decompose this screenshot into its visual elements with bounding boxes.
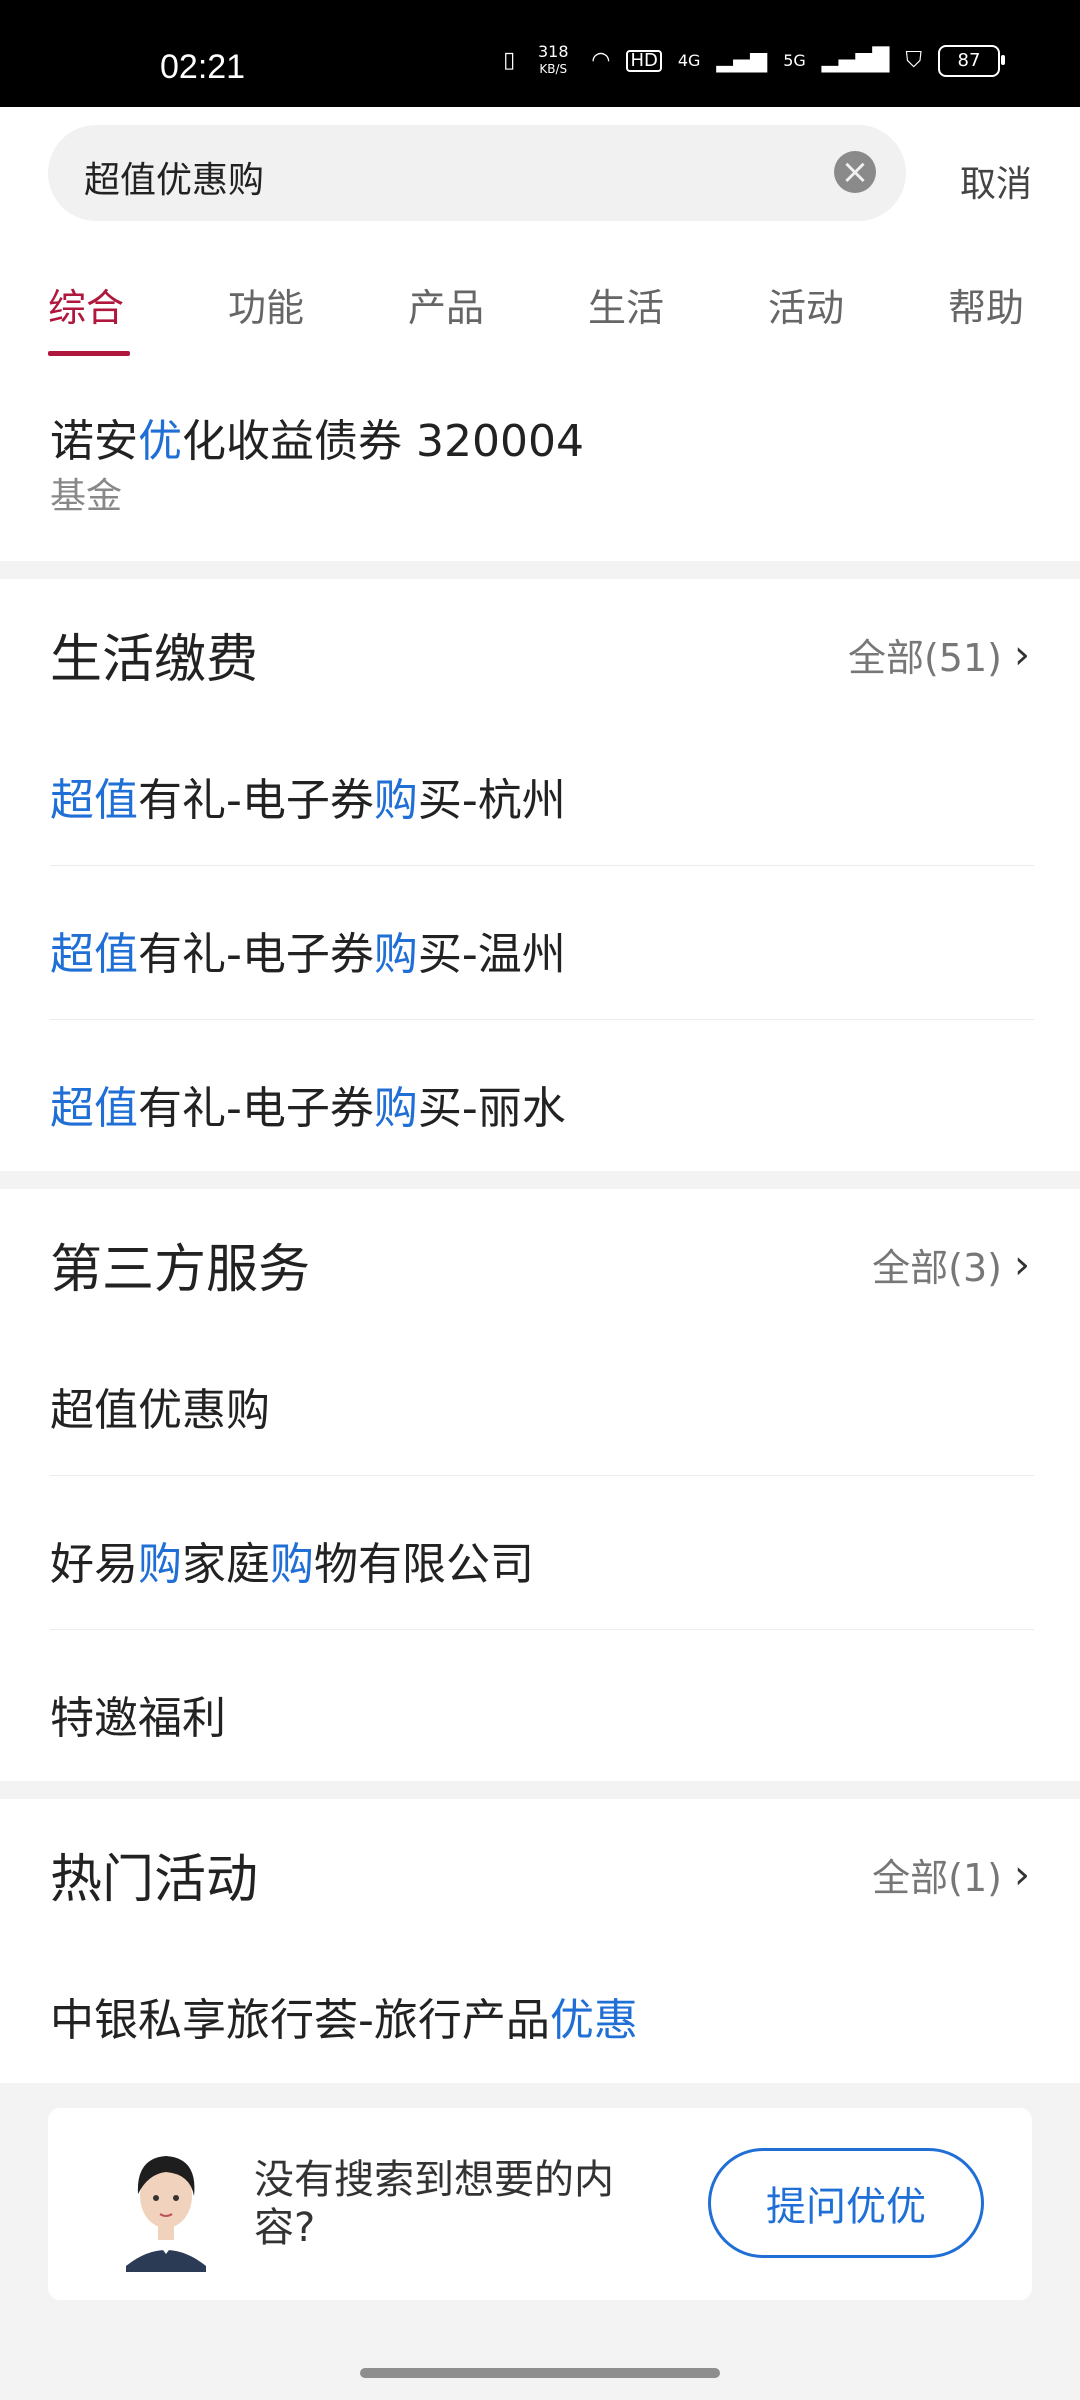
home-indicator[interactable] xyxy=(360,2368,720,2378)
section-title: 生活缴费 xyxy=(50,630,259,690)
fund-result-card[interactable]: 诺安优化收益债券 320004 基金 xyxy=(0,361,1080,561)
list-item[interactable]: 中银私享旅行荟-旅行产品优惠 xyxy=(50,1984,1034,2048)
item-highlight: 优惠 xyxy=(549,1995,638,2046)
fund-name: 诺安优化收益债券 320004 xyxy=(50,405,584,469)
battery-indicator: 87 xyxy=(938,44,1005,77)
item-text: 有礼-电子券 xyxy=(138,775,374,826)
battery-level: 87 xyxy=(957,50,981,71)
divider xyxy=(50,1629,1034,1630)
divider xyxy=(50,1475,1034,1476)
wifi-icon: ◠ xyxy=(591,47,611,73)
help-card: 没有搜索到想要的内容? 提问优优 xyxy=(48,2108,1032,2300)
view-all-link[interactable]: 全部(3) › xyxy=(872,1237,1030,1292)
item-text: 家庭 xyxy=(182,1539,270,1590)
assistant-avatar-icon xyxy=(126,2156,206,2272)
category-tabs: 综合 功能 产品 生活 活动 帮助 xyxy=(0,239,1080,361)
status-bar: 02:21 ▯ 318 KB/S ◠ HD 4G ▂▄▆ 5G ▂▄▆█ ⛉ 8… xyxy=(0,0,1080,107)
tab-activities[interactable]: 活动 xyxy=(768,277,844,332)
vibrate-icon: ▯ xyxy=(503,47,516,73)
item-text: 有礼-电子券 xyxy=(138,1083,374,1134)
list-item[interactable]: 超值有礼-电子券购买-丽水 xyxy=(50,1072,1034,1136)
signal-bars-icon: ▂▄▆ xyxy=(716,47,768,73)
item-text: 买-丽水 xyxy=(417,1083,566,1134)
shield-icon: ⛉ xyxy=(905,47,922,73)
net-speed-value: 318 xyxy=(537,42,569,61)
fund-name-highlight: 优 xyxy=(138,416,182,467)
hd-icon: HD xyxy=(626,49,662,72)
chevron-right-icon: › xyxy=(1014,631,1030,678)
section-title: 热门活动 xyxy=(50,1850,259,1910)
tab-life[interactable]: 生活 xyxy=(588,277,664,332)
tab-comprehensive[interactable]: 综合 xyxy=(48,277,124,332)
item-highlight: 购 xyxy=(373,775,418,826)
cancel-button[interactable]: 取消 xyxy=(960,155,1032,207)
fund-name-part: 化收益债券 320004 xyxy=(182,416,584,467)
net-speed-unit: KB/S xyxy=(539,62,568,76)
life-payment-section: 生活缴费 全部(51) › 超值有礼-电子券购买-杭州 超值有礼-电子券购买-温州… xyxy=(0,579,1080,1171)
list-item[interactable]: 好易购家庭购物有限公司 xyxy=(50,1528,1034,1592)
clear-icon[interactable]: × xyxy=(834,151,876,193)
view-all-link[interactable]: 全部(1) › xyxy=(872,1847,1030,1902)
item-highlight: 购 xyxy=(373,1083,418,1134)
item-text: 有礼-电子券 xyxy=(138,929,374,980)
signal-5g-label: 5G xyxy=(783,50,806,70)
item-highlight: 购 xyxy=(138,1539,182,1590)
fund-name-part: 诺安 xyxy=(50,416,138,467)
net-speed-indicator: 318 KB/S xyxy=(531,44,575,77)
active-tab-indicator xyxy=(48,351,130,356)
status-icons: ▯ 318 KB/S ◠ HD 4G ▂▄▆ 5G ▂▄▆█ ⛉ 87 xyxy=(503,44,1005,77)
third-party-section: 第三方服务 全部(3) › 超值优惠购 好易购家庭购物有限公司 特邀福利 xyxy=(0,1189,1080,1781)
signal-4g-label: 4G xyxy=(677,50,701,70)
search-header: 超值优惠购 × 取消 xyxy=(0,107,1080,240)
view-all-label: 全部(51) xyxy=(847,636,1002,680)
signal-bars-icon: ▂▄▆█ xyxy=(821,47,890,73)
item-highlight: 超值 xyxy=(50,1083,138,1134)
view-all-link[interactable]: 全部(51) › xyxy=(848,627,1030,682)
list-item[interactable]: 超值有礼-电子券购买-杭州 xyxy=(50,764,1034,828)
chevron-right-icon: › xyxy=(1014,1241,1030,1288)
divider xyxy=(50,1019,1034,1020)
ask-assistant-button[interactable]: 提问优优 xyxy=(708,2148,984,2258)
item-text: 中银私享旅行荟-旅行产品 xyxy=(50,1995,550,2046)
help-prompt: 没有搜索到想要的内容? xyxy=(254,2157,614,2251)
item-text: 物有限公司 xyxy=(314,1539,534,1590)
divider xyxy=(50,865,1034,866)
item-text: 买-杭州 xyxy=(417,775,566,826)
hot-activity-section: 热门活动 全部(1) › 中银私享旅行荟-旅行产品优惠 xyxy=(0,1799,1080,2083)
section-title: 第三方服务 xyxy=(50,1240,311,1300)
fund-category: 基金 xyxy=(50,476,123,517)
item-text: 好易 xyxy=(50,1539,138,1590)
list-item[interactable]: 超值有礼-电子券购买-温州 xyxy=(50,918,1034,982)
tab-products[interactable]: 产品 xyxy=(408,277,484,332)
list-item[interactable]: 超值优惠购 xyxy=(50,1374,1034,1438)
chevron-right-icon: › xyxy=(1014,1851,1030,1898)
tab-help[interactable]: 帮助 xyxy=(948,277,1024,332)
item-text: 买-温州 xyxy=(417,929,566,980)
item-highlight: 购 xyxy=(373,929,418,980)
view-all-label: 全部(1) xyxy=(872,1856,1002,1900)
item-highlight: 超值 xyxy=(50,929,138,980)
search-query[interactable]: 超值优惠购 xyxy=(84,151,264,203)
item-highlight: 购 xyxy=(270,1539,314,1590)
item-highlight: 超值 xyxy=(50,775,138,826)
status-time: 02:21 xyxy=(160,48,246,86)
list-item[interactable]: 特邀福利 xyxy=(50,1682,1034,1746)
search-input[interactable]: 超值优惠购 × xyxy=(48,125,906,221)
tab-functions[interactable]: 功能 xyxy=(228,277,304,332)
view-all-label: 全部(3) xyxy=(872,1246,1002,1290)
